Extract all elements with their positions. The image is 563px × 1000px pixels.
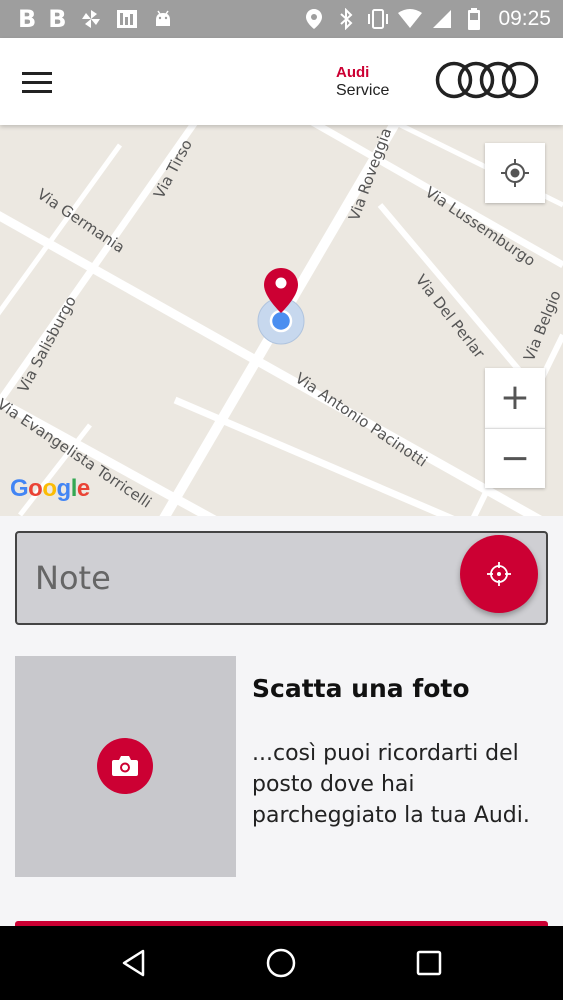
photo-title: Scatta una foto — [252, 674, 470, 703]
my-location-button[interactable] — [485, 143, 545, 203]
photo-description: ...così puoi ricordarti del posto dove h… — [252, 741, 530, 828]
brand-audi-label: Audi — [336, 64, 370, 81]
b-icon: B — [48, 5, 67, 33]
recents-button[interactable] — [399, 933, 459, 993]
map-view[interactable]: Via Tirso Via Roveggia Via Lussemburgo V… — [0, 125, 563, 516]
target-icon — [487, 562, 511, 586]
signal-icon — [430, 8, 454, 30]
google-logo: Google — [10, 475, 90, 502]
note-input[interactable] — [35, 533, 455, 623]
status-bar: B B 09:25 — [0, 0, 563, 38]
app-brand: Audi Service — [336, 64, 390, 99]
back-triangle-icon — [122, 949, 145, 977]
pinwheel-icon — [79, 8, 103, 30]
vibrate-icon — [366, 8, 390, 30]
take-photo-button[interactable] — [97, 738, 153, 794]
recents-square-icon — [416, 950, 442, 976]
brand-service-label: Service — [336, 81, 390, 99]
home-circle-icon — [267, 948, 296, 978]
status-time: 09:25 — [498, 7, 551, 30]
android-icon — [151, 8, 175, 30]
battery-icon — [462, 8, 486, 30]
zoom-out-button[interactable]: − — [485, 428, 545, 488]
home-button[interactable] — [251, 933, 311, 993]
location-icon — [302, 8, 326, 30]
plus-icon: + — [499, 377, 531, 418]
audi-rings-logo-icon — [435, 61, 539, 99]
locate-parking-button[interactable] — [460, 535, 538, 613]
chart-icon — [115, 8, 139, 30]
navigation-bar — [0, 926, 563, 1000]
b-icon: B — [18, 5, 37, 33]
crosshair-icon — [501, 159, 529, 187]
bluetooth-icon — [334, 8, 358, 30]
photo-placeholder[interactable] — [15, 656, 236, 877]
hamburger-menu-icon[interactable] — [22, 60, 66, 104]
wifi-icon — [398, 8, 423, 30]
zoom-in-button[interactable]: + — [485, 368, 545, 428]
minus-icon: − — [499, 437, 531, 479]
back-button[interactable] — [104, 933, 164, 993]
camera-icon — [112, 756, 138, 776]
